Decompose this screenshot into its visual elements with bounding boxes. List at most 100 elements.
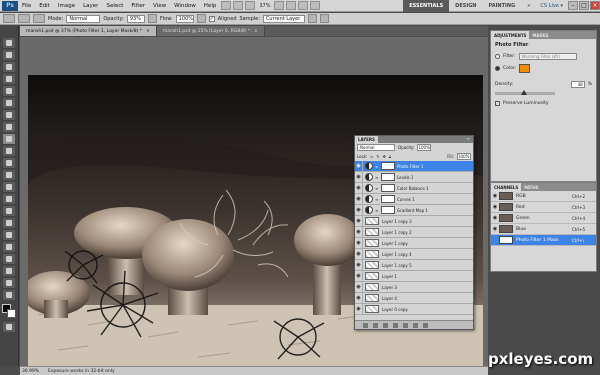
document-tab[interactable]: mansh1.psd @ 25% (Layer 0, RGB/8) * × [156,26,265,36]
menu-file[interactable]: File [18,3,35,9]
channel-row[interactable]: ◉ Blue Ctrl+5 [491,224,596,235]
channel-row[interactable]: ◉ Red Ctrl+3 [491,202,596,213]
status-message[interactable]: Exposure works in 32-bit only [42,369,115,374]
visibility-eye-icon[interactable]: ◉ [355,259,363,271]
layers-panel-header[interactable]: LAYERS ≡ [355,136,473,143]
lock-all-icon[interactable]: 🔒︎ [389,154,391,159]
tab-paths[interactable]: PATHS [521,183,541,191]
channel-row[interactable]: ◉ RGB Ctrl+2 [491,191,596,202]
layer-fill-input[interactable]: 100% [457,153,471,160]
menu-select[interactable]: Select [102,3,127,9]
maximize-button[interactable]: □ [579,1,589,10]
lasso-tool-icon[interactable] [3,62,15,72]
layer-thumbnail[interactable] [365,294,379,302]
visibility-eye-icon[interactable]: ◉ [355,303,363,315]
visibility-eye-icon[interactable]: ◉ [355,193,363,205]
blend-mode-select[interactable]: Normal [357,144,395,151]
layer-row[interactable]: ◉ ∞ Levels 1 [355,171,473,183]
tab-channels[interactable]: CHANNELS [491,183,522,191]
mode-select[interactable]: Normal [66,14,101,23]
status-zoom[interactable]: 36.99% [20,369,42,374]
filter-color-swatch[interactable] [519,64,531,73]
eraser-tool-icon[interactable] [3,158,15,168]
layer-row[interactable]: ◉ ∞ Gradient Map 1 [355,204,473,216]
visibility-eye-icon[interactable]: ◉ [355,182,363,194]
brush-tool-icon[interactable] [3,122,15,132]
workspace-more[interactable]: » [521,0,536,12]
layer-thumbnail[interactable] [365,228,379,236]
crop-tool-icon[interactable] [3,86,15,96]
menu-edit[interactable]: Edit [35,3,54,9]
airbrush-icon[interactable] [196,14,206,23]
close-tab-icon[interactable]: × [146,29,150,34]
menu-layer[interactable]: Layer [79,3,102,9]
layer-thumbnail[interactable] [365,217,379,225]
type-tool-icon[interactable] [3,218,15,228]
layer-row[interactable]: ◉ Layer 1 copy 4 [355,248,473,260]
quick-select-tool-icon[interactable] [3,74,15,84]
layer-name[interactable]: Layer 1 [382,274,473,279]
mask-link-icon[interactable]: ∞ [375,164,379,169]
layer-name[interactable]: Color Balance 1 [397,186,473,191]
layer-name[interactable]: Layer 1 copy 5 [382,263,473,268]
layer-thumbnail[interactable] [365,239,379,247]
zoom-level[interactable]: 37% [259,3,270,9]
zoom-tool-icon[interactable] [286,1,297,10]
layer-thumbnail[interactable] [365,250,379,258]
bridge-icon[interactable] [221,1,232,10]
layer-name[interactable]: Levels 1 [397,175,473,180]
visibility-eye-icon[interactable]: ◉ [491,226,499,232]
lock-position-icon[interactable]: ✥ [383,154,386,159]
layer-row[interactable]: ◉ Layer 4 [355,292,473,304]
density-slider[interactable] [495,90,555,95]
visibility-eye-icon[interactable]: ◉ [355,292,363,304]
mask-link-icon[interactable]: ∞ [375,186,379,191]
layer-row[interactable]: ◉ Layer 1 [355,270,473,282]
close-tab-icon[interactable]: × [254,29,258,34]
menu-image[interactable]: Image [54,3,79,9]
menu-help[interactable]: Help [200,3,221,9]
move-tool-icon[interactable] [3,38,15,48]
marquee-tool-icon[interactable] [3,50,15,60]
rotate-view-icon[interactable] [298,1,309,10]
workspace-essentials[interactable]: ESSENTIALS [403,0,450,12]
layer-row[interactable]: ◉ ∞ Photo Filter 1 [355,160,473,172]
opacity-input[interactable]: 93% [126,14,145,23]
add-mask-icon[interactable] [383,322,388,328]
layer-name[interactable]: Curves 1 [397,197,473,202]
color-radio[interactable] [495,66,500,71]
new-adjustment-icon[interactable] [393,322,398,328]
visibility-eye-icon[interactable]: ◉ [355,237,363,249]
pressure-size-icon[interactable] [319,14,329,23]
menu-window[interactable]: Window [170,3,200,9]
layer-name[interactable]: Layer 1 copy 3 [382,219,473,224]
layer-mask-thumbnail[interactable] [381,206,395,214]
layer-row[interactable]: ◉ ∞ Color Balance 1 [355,182,473,194]
layer-row[interactable]: ◉ Layer 0 copy [355,303,473,315]
new-group-icon[interactable] [403,322,408,328]
layer-name[interactable]: Layer 1 copy 4 [382,252,473,257]
tab-masks[interactable]: MASKS [529,31,551,39]
sample-select[interactable]: Current Layer [262,14,305,23]
visibility-eye-icon[interactable]: ◉ [355,248,363,260]
visibility-eye-icon[interactable]: ◉ [355,270,363,282]
density-slider-thumb[interactable] [520,90,527,95]
mask-link-icon[interactable]: ∞ [375,197,379,202]
layer-name[interactable]: Photo Filter 1 [397,164,473,169]
pen-tool-icon[interactable] [3,206,15,216]
layer-opacity-input[interactable]: 100% [417,144,432,151]
preserve-luminosity-checkbox[interactable]: ✓ [495,101,500,106]
document-tab[interactable]: mansh1.psd @ 37% (Photo Filter 1, Layer … [20,26,157,36]
layer-thumbnail[interactable] [365,272,379,280]
layer-row[interactable]: ◉ Layer 1 copy 5 [355,259,473,271]
filter-radio[interactable] [495,54,500,59]
eyedropper-tool-icon[interactable] [3,98,15,108]
density-input[interactable]: 48 [570,81,585,88]
cs-live-button[interactable]: CS Live ▾ [536,3,567,9]
visibility-eye-icon[interactable]: ◉ [491,204,499,210]
channel-row[interactable]: Photo Filter 1 Mask Ctrl+\ [491,235,596,246]
3d-camera-tool-icon[interactable] [3,266,15,276]
path-select-tool-icon[interactable] [3,230,15,240]
layer-row[interactable]: ◉ Layer 1 copy 2 [355,226,473,238]
zoom-tool-icon[interactable] [3,290,15,300]
